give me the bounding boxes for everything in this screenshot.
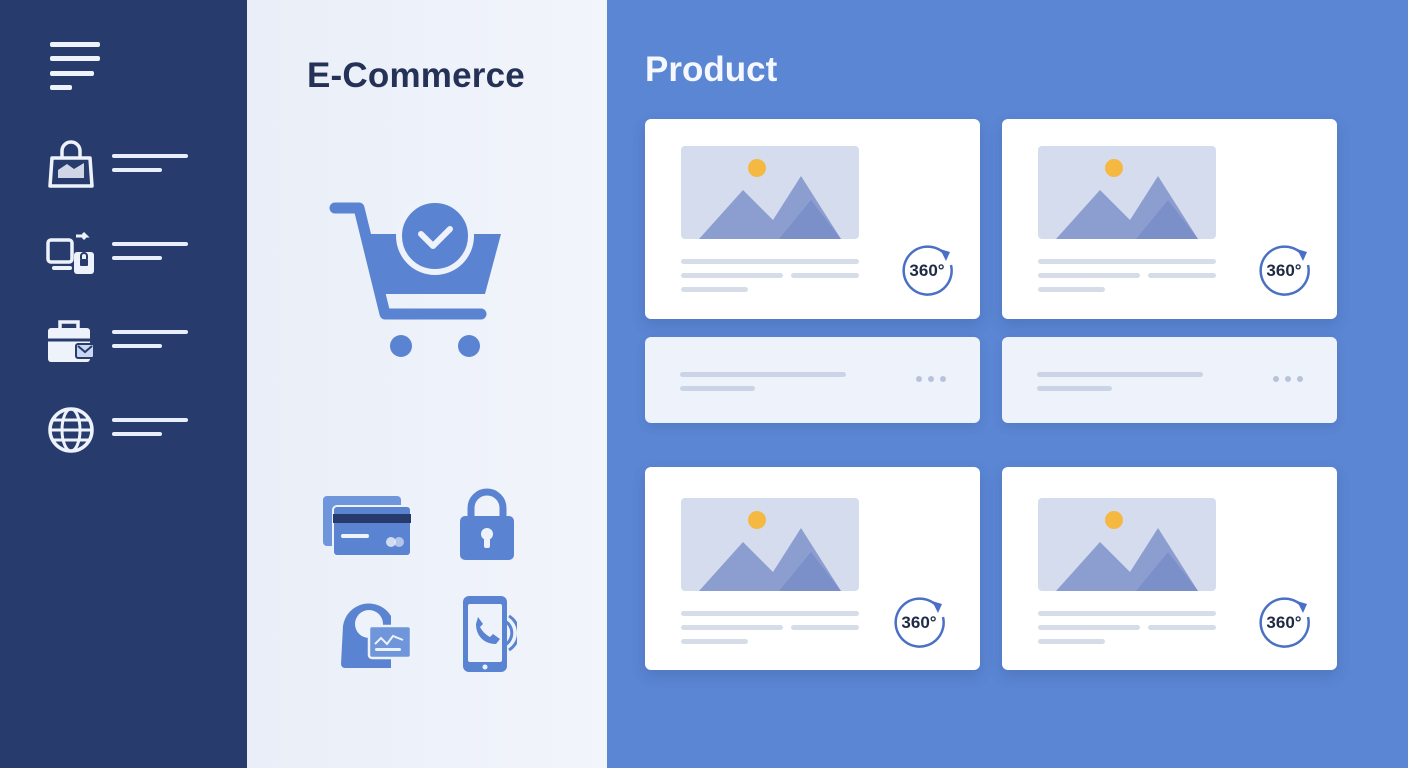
mountain-image-icon bbox=[1056, 511, 1198, 591]
sidebar bbox=[0, 0, 247, 768]
text-line bbox=[1038, 259, 1216, 264]
product-image-placeholder bbox=[1038, 146, 1216, 239]
globe-icon bbox=[48, 407, 94, 453]
product-image-placeholder bbox=[681, 146, 859, 239]
text-line bbox=[1038, 273, 1140, 278]
product-card[interactable]: 360° bbox=[645, 467, 980, 670]
cart-checkmark-icon[interactable] bbox=[329, 196, 509, 360]
sidebar-item-label bbox=[112, 418, 188, 446]
sidebar-item-business[interactable] bbox=[46, 316, 196, 366]
text-line bbox=[680, 386, 755, 391]
sidebar-item-label bbox=[112, 154, 188, 182]
360-view-button[interactable]: 360° bbox=[900, 243, 958, 301]
brand-title: E-Commerce bbox=[307, 56, 525, 95]
product-image-placeholder bbox=[1038, 498, 1216, 591]
360-badge-label: 360° bbox=[1266, 261, 1302, 280]
text-line bbox=[1148, 625, 1216, 630]
text-line bbox=[680, 372, 846, 377]
text-line bbox=[791, 273, 859, 278]
mountain-image-icon bbox=[1056, 159, 1198, 239]
wallet-card-icon[interactable] bbox=[337, 596, 413, 672]
sidebar-item-label bbox=[112, 330, 188, 358]
credit-card-icon[interactable] bbox=[321, 494, 413, 558]
text-line bbox=[1038, 625, 1140, 630]
hamburger-menu-icon[interactable] bbox=[48, 42, 100, 92]
product-card[interactable]: 360° bbox=[645, 119, 980, 319]
text-line bbox=[681, 273, 783, 278]
more-options-icon[interactable] bbox=[1272, 375, 1304, 383]
device-sync-lock-icon bbox=[46, 231, 94, 274]
list-item[interactable] bbox=[645, 337, 980, 423]
text-line bbox=[791, 625, 859, 630]
sidebar-item-shop[interactable] bbox=[46, 140, 196, 190]
360-badge-label: 360° bbox=[909, 261, 945, 280]
360-view-button[interactable]: 360° bbox=[1257, 243, 1315, 301]
padlock-icon[interactable] bbox=[457, 488, 517, 562]
360-badge-label: 360° bbox=[1266, 613, 1302, 632]
text-line bbox=[1038, 611, 1216, 616]
mountain-image-icon bbox=[699, 511, 841, 591]
section-title: Product bbox=[645, 50, 778, 89]
360-badge-label: 360° bbox=[901, 613, 937, 632]
product-image-placeholder bbox=[681, 498, 859, 591]
text-line bbox=[1038, 287, 1105, 292]
sidebar-item-devices[interactable] bbox=[46, 228, 196, 278]
text-line bbox=[681, 639, 748, 644]
shopping-bag-icon bbox=[48, 140, 94, 188]
text-line bbox=[681, 611, 859, 616]
sidebar-item-label bbox=[112, 242, 188, 270]
sidebar-item-global[interactable] bbox=[46, 404, 196, 454]
text-line bbox=[681, 287, 748, 292]
product-card[interactable]: 360° bbox=[1002, 467, 1337, 670]
ecommerce-panel: E-Commerce bbox=[247, 0, 607, 768]
list-item[interactable] bbox=[1002, 337, 1337, 423]
360-view-button[interactable]: 360° bbox=[892, 595, 950, 653]
text-line bbox=[681, 259, 859, 264]
briefcase-icon bbox=[48, 320, 95, 362]
text-line bbox=[1037, 386, 1112, 391]
mountain-image-icon bbox=[699, 159, 841, 239]
text-line bbox=[1148, 273, 1216, 278]
text-line bbox=[681, 625, 783, 630]
360-view-button[interactable]: 360° bbox=[1257, 595, 1315, 653]
product-card[interactable]: 360° bbox=[1002, 119, 1337, 319]
more-options-icon[interactable] bbox=[915, 375, 947, 383]
text-line bbox=[1037, 372, 1203, 377]
text-line bbox=[1038, 639, 1105, 644]
mobile-payment-icon[interactable] bbox=[459, 594, 517, 674]
